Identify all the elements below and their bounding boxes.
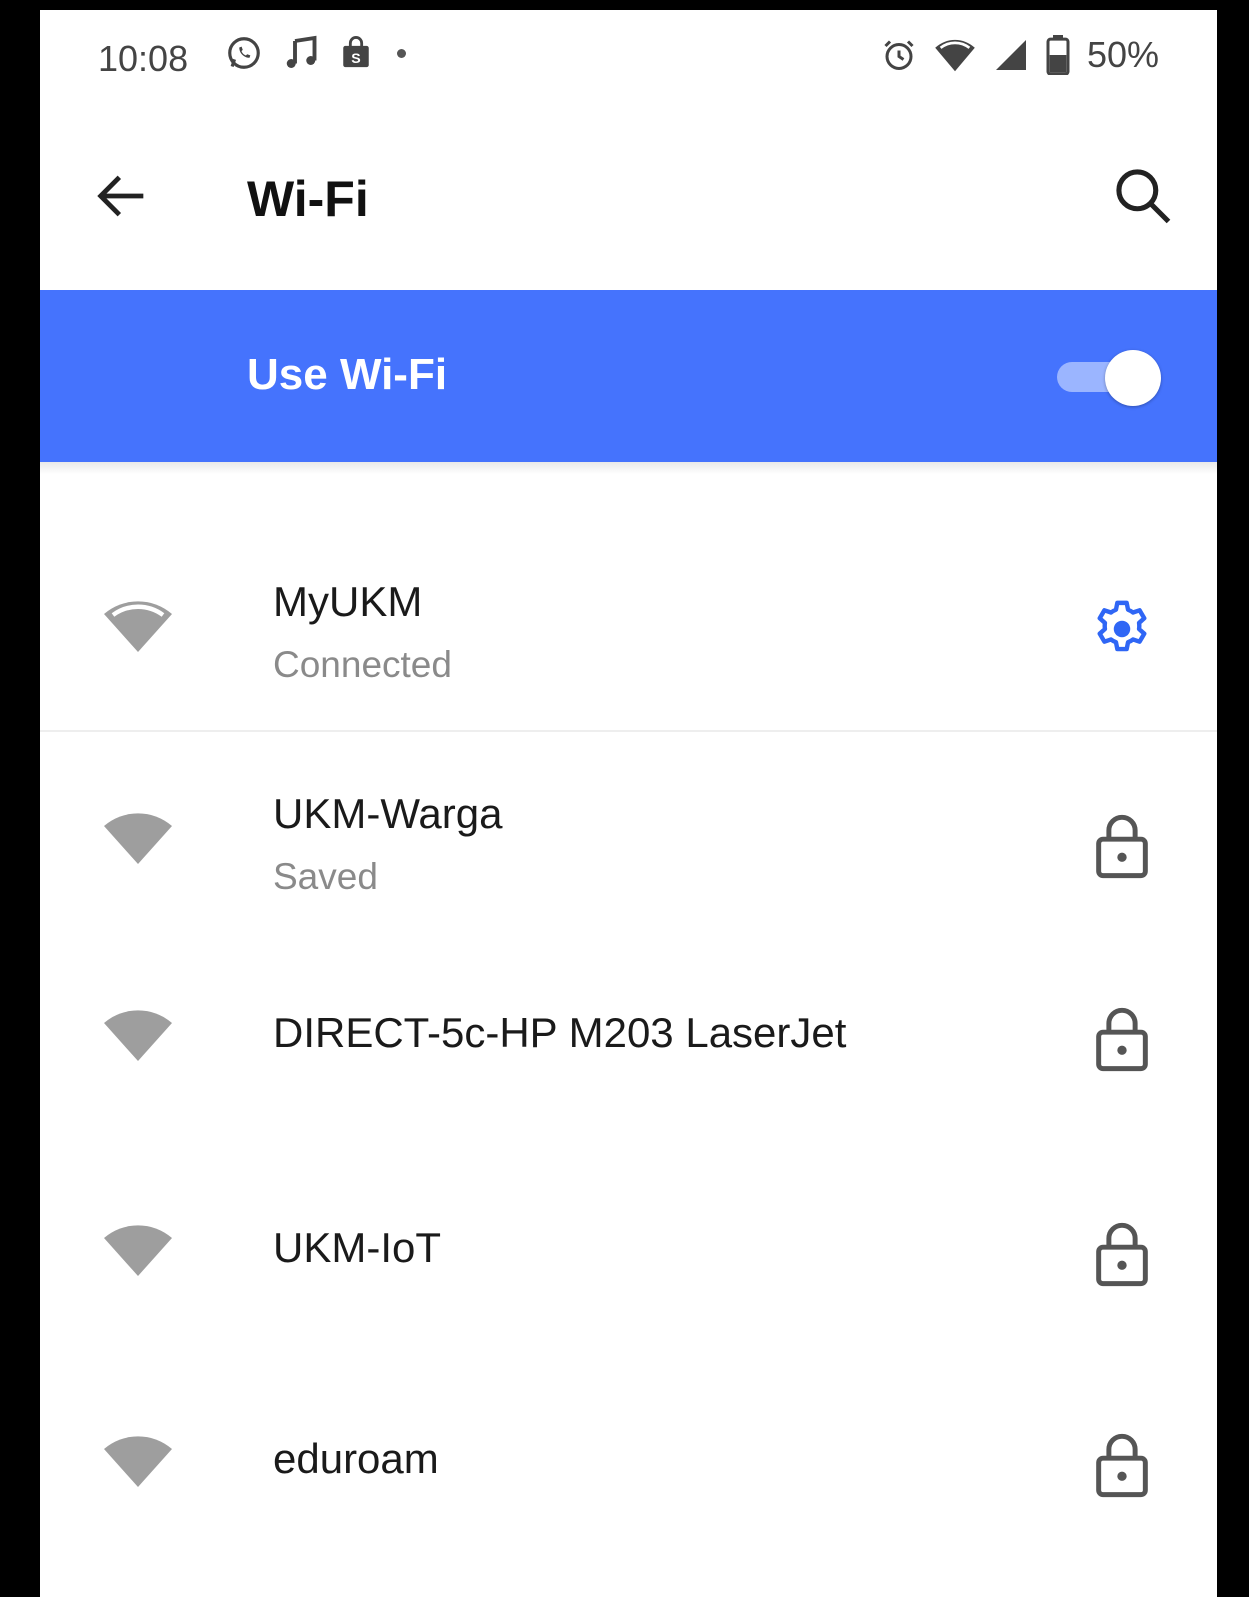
app-bar: Wi-Fi [40, 102, 1217, 290]
alarm-icon [884, 40, 914, 70]
lock-icon [1096, 814, 1148, 879]
shopping-bag-icon: S [343, 36, 369, 68]
wifi-signal-icon [104, 1010, 172, 1061]
page-title: Wi-Fi [247, 171, 369, 227]
use-wifi-row[interactable]: Use Wi-Fi [40, 290, 1217, 462]
battery-percentage: 50% [1086, 34, 1159, 75]
network-list: MyUKM Connected UKM-Warga Saved DIRECT-5… [40, 548, 1217, 1576]
wifi-signal-icon [104, 813, 172, 864]
status-left-icons: S [225, 34, 406, 72]
network-item-ukm-warga[interactable]: UKM-Warga Saved [40, 732, 1217, 943]
wifi-status-icon [935, 39, 975, 72]
network-name: eduroam [273, 1435, 439, 1482]
network-item-myukm[interactable]: MyUKM Connected [40, 548, 1217, 732]
network-status: Connected [273, 644, 452, 685]
use-wifi-switch[interactable] [1051, 348, 1161, 406]
notification-dot [397, 48, 406, 58]
status-right-icons: 50% [881, 34, 1159, 76]
search-icon[interactable] [1109, 162, 1177, 230]
gear-icon[interactable] [1089, 594, 1155, 664]
status-bar: 10:08 S 50% [40, 10, 1217, 102]
battery-icon [1046, 35, 1070, 75]
network-status: Saved [273, 856, 378, 897]
use-wifi-label: Use Wi-Fi [247, 350, 448, 399]
wifi-signal-icon [104, 1225, 172, 1276]
network-item-direct-5c-hp[interactable]: DIRECT-5c-HP M203 LaserJet [40, 943, 1217, 1154]
lock-icon [1096, 1007, 1148, 1072]
wifi-signal-icon [104, 601, 172, 652]
phone-screen: 10:08 S 50% Wi-Fi Use Wi-Fi MyUKM Connec… [40, 10, 1217, 1597]
network-name: DIRECT-5c-HP M203 LaserJet [273, 1009, 847, 1056]
network-name: UKM-IoT [273, 1224, 441, 1271]
network-name: MyUKM [273, 578, 423, 625]
svg-text:S: S [351, 51, 360, 67]
status-time: 10:08 [98, 38, 189, 79]
wifi-signal-icon [104, 1436, 172, 1487]
network-item-ukm-iot[interactable]: UKM-IoT [40, 1154, 1217, 1365]
lock-icon [1096, 1433, 1148, 1498]
arrow-left-icon[interactable] [90, 164, 154, 228]
network-name: UKM-Warga [273, 790, 503, 837]
lock-icon [1096, 1222, 1148, 1287]
cell-signal-icon [995, 40, 1026, 70]
network-item-eduroam[interactable]: eduroam [40, 1365, 1217, 1576]
music-note-icon [286, 35, 317, 68]
whatsapp-icon [228, 37, 260, 69]
divider-shadow [40, 462, 1217, 474]
switch-thumb [1105, 350, 1161, 406]
